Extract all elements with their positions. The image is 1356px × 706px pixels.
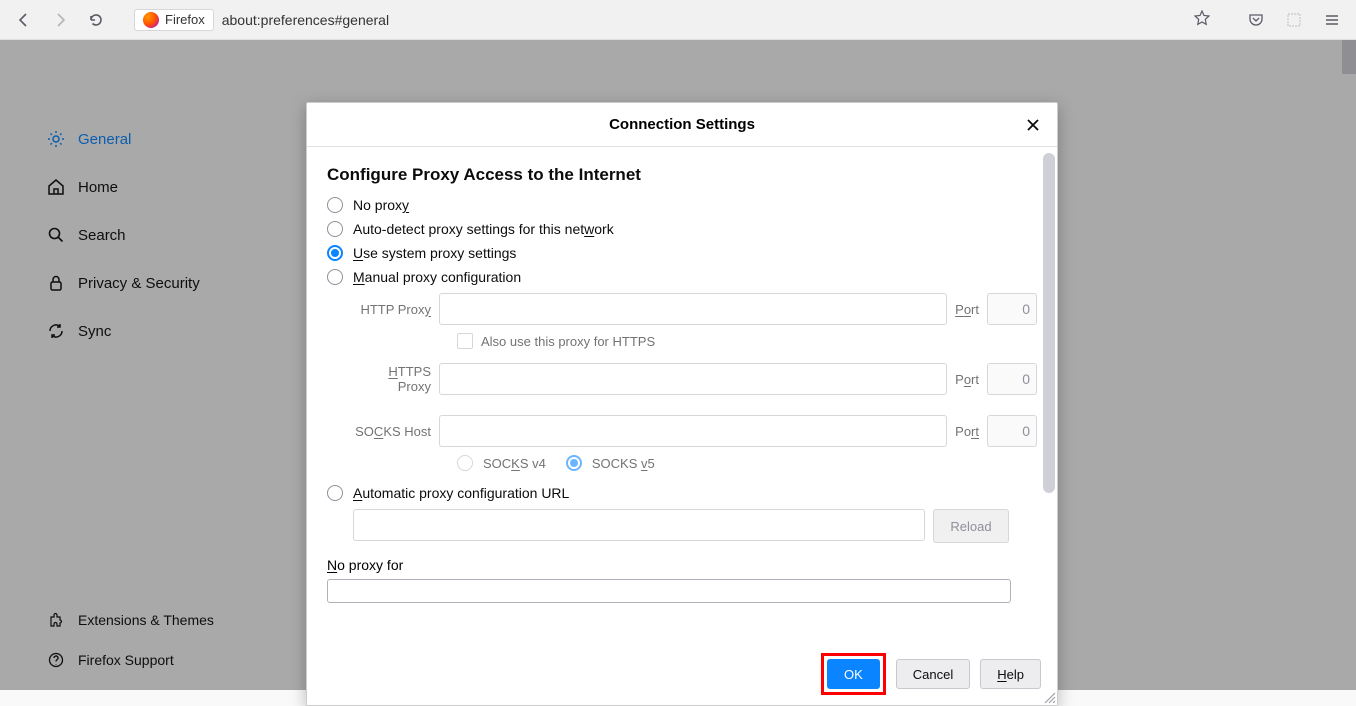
firefox-icon — [143, 12, 159, 28]
socks-host-label: SOCKS Host — [353, 424, 431, 439]
radio-system-proxy[interactable]: Use system proxy settings — [327, 245, 1037, 261]
port-label: Port — [955, 372, 979, 387]
back-button[interactable] — [8, 4, 40, 36]
radio-manual-proxy[interactable]: Manual proxy configuration — [327, 269, 1037, 285]
resize-grip[interactable] — [1042, 690, 1056, 704]
section-heading: Configure Proxy Access to the Internet — [327, 165, 1037, 185]
radio-no-proxy[interactable]: No proxy — [327, 197, 1037, 213]
cancel-button[interactable]: Cancel — [896, 659, 970, 689]
url-bar[interactable]: Firefox about:preferences#general — [126, 5, 1218, 35]
pocket-icon — [1248, 12, 1264, 28]
bookmark-star-icon[interactable] — [1194, 10, 1210, 29]
manual-proxy-fields: HTTP Proxy Port Also use this proxy for … — [353, 293, 1037, 471]
forward-button[interactable] — [44, 4, 76, 36]
url-text: about:preferences#general — [222, 12, 389, 28]
https-proxy-label: HTTPS Proxy — [353, 364, 431, 394]
browser-toolbar: Firefox about:preferences#general — [0, 0, 1356, 40]
radio-icon — [327, 245, 343, 261]
close-icon — [1026, 118, 1040, 132]
resize-icon — [1042, 690, 1056, 704]
arrow-left-icon — [16, 12, 32, 28]
reload-button[interactable]: Reload — [933, 509, 1009, 543]
http-port-input[interactable] — [987, 293, 1037, 325]
dialog-button-bar: OK Cancel Help — [307, 643, 1057, 705]
checkbox-icon — [457, 333, 473, 349]
radio-icon — [457, 455, 473, 471]
dialog-body: Configure Proxy Access to the Internet N… — [307, 147, 1057, 643]
connection-settings-dialog: Connection Settings Configure Proxy Acce… — [306, 102, 1058, 706]
arrow-right-icon — [52, 12, 68, 28]
ok-button-highlight: OK — [821, 653, 886, 695]
radio-icon — [327, 221, 343, 237]
identity-box[interactable]: Firefox — [134, 9, 214, 31]
radio-icon — [327, 485, 343, 501]
https-proxy-input[interactable] — [439, 363, 947, 395]
radio-icon — [566, 455, 582, 471]
pocket-button[interactable] — [1240, 4, 1272, 36]
radio-auto-detect[interactable]: Auto-detect proxy settings for this netw… — [327, 221, 1037, 237]
close-button[interactable] — [1021, 113, 1045, 137]
http-proxy-label: HTTP Proxy — [353, 302, 431, 317]
http-proxy-input[interactable] — [439, 293, 947, 325]
socks-port-input[interactable] — [987, 415, 1037, 447]
auto-config-url-input[interactable] — [353, 509, 925, 541]
https-port-input[interactable] — [987, 363, 1037, 395]
socks-host-input[interactable] — [439, 415, 947, 447]
dialog-title: Connection Settings — [609, 116, 755, 133]
dialog-scrollbar[interactable] — [1043, 153, 1055, 493]
reload-button[interactable] — [80, 4, 112, 36]
dialog-title-bar: Connection Settings — [307, 103, 1057, 147]
hamburger-icon — [1324, 12, 1340, 28]
port-label: Port — [955, 302, 979, 317]
radio-socks-v5[interactable]: SOCKS v5 — [566, 455, 655, 471]
no-proxy-for-textarea[interactable] — [327, 579, 1011, 603]
help-button[interactable]: Help — [980, 659, 1041, 689]
account-button[interactable] — [1278, 4, 1310, 36]
port-label: Port — [955, 424, 979, 439]
app-menu-button[interactable] — [1316, 4, 1348, 36]
also-https-checkbox[interactable]: Also use this proxy for HTTPS — [457, 333, 1037, 349]
identity-label: Firefox — [165, 12, 205, 27]
main-area: General Home Search Privacy & Security S… — [0, 40, 1356, 690]
ok-button[interactable]: OK — [827, 659, 880, 689]
no-proxy-for-label: No proxy for — [327, 557, 1037, 573]
radio-auto-url[interactable]: Automatic proxy configuration URL — [327, 485, 1037, 501]
reload-icon — [88, 12, 104, 28]
account-icon — [1286, 12, 1302, 28]
radio-icon — [327, 269, 343, 285]
radio-icon — [327, 197, 343, 213]
radio-socks-v4[interactable]: SOCKS v4 — [457, 455, 546, 471]
